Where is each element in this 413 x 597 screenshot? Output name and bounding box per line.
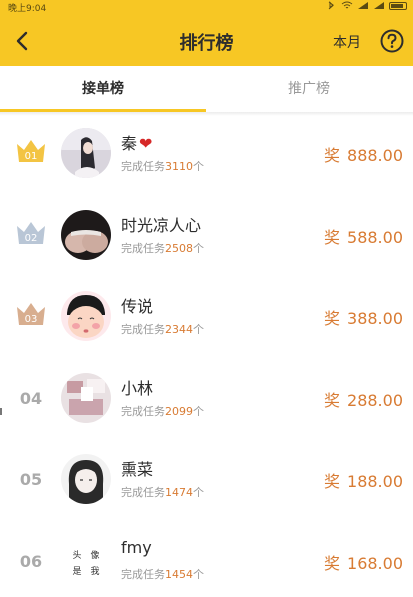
status-time: 晚上9:04 — [8, 4, 47, 14]
task-summary: 完成任务1454个 — [121, 567, 204, 581]
reward-value: 588.00 — [347, 227, 403, 247]
list-item[interactable]: 03 传说 完成任务2344个 奖 388.00 — [0, 279, 413, 361]
status-bar: 晚上9:04 — [0, 0, 413, 14]
rank-number: 04 — [19, 388, 43, 408]
avatar[interactable] — [61, 291, 111, 341]
user-name: 小林 — [121, 378, 154, 398]
task-count: 3110 — [165, 160, 193, 173]
list-item[interactable]: 06 头 像 是 我 fmy 完成任务1454个 奖 168.00 — [0, 524, 413, 597]
reward: 奖 188.00 — [324, 472, 403, 491]
list-item[interactable]: 01 秦 ❤ 完成任务3110个 奖 888.00 — [0, 116, 413, 198]
help-icon[interactable] — [379, 28, 405, 54]
crown-silver-icon: 02 — [17, 221, 45, 244]
reward-value: 168.00 — [347, 553, 403, 573]
user-name: fmy — [121, 537, 152, 557]
wifi-icon — [341, 1, 353, 9]
tab-promotion[interactable]: 推广榜 — [206, 66, 412, 112]
period-selector[interactable]: 本月 — [333, 32, 361, 52]
heart-icon: ❤ — [139, 134, 153, 153]
rank-number: 01 — [25, 151, 38, 162]
reward-value: 888.00 — [347, 146, 403, 165]
crown-gold-icon: 01 — [17, 140, 45, 162]
task-count: 2099 — [165, 404, 193, 418]
user-name: 传说 — [121, 297, 154, 316]
user-name: 时光凉人心 — [121, 215, 202, 235]
tab-bar: 接单榜 推广榜 — [0, 66, 413, 112]
avatar-placeholder-char: 我 — [90, 566, 99, 577]
reward-value: 188.00 — [347, 472, 403, 491]
reward: 奖 388.00 — [324, 309, 403, 328]
task-count: 2508 — [165, 241, 193, 255]
avatar-placeholder-char: 像 — [90, 549, 99, 561]
ranking-list: 01 秦 ❤ 完成任务3110个 奖 888.00 02 时光凉人心 完成任务250… — [0, 116, 413, 597]
signal-icon-2 — [374, 2, 384, 9]
rank-number: 03 — [25, 314, 38, 325]
reward-value: 288.00 — [347, 390, 403, 410]
avatar-placeholder-char: 头 — [72, 550, 81, 561]
tab-orders[interactable]: 接单榜 — [0, 66, 206, 112]
avatar[interactable] — [61, 128, 111, 178]
bluetooth-icon — [328, 1, 334, 10]
rank-number: 06 — [19, 551, 43, 571]
rank-number: 02 — [25, 233, 38, 244]
list-item[interactable]: 02 时光凉人心 完成任务2508个 奖 588.00 — [0, 198, 413, 280]
rank-number: 05 — [19, 470, 43, 489]
avatar[interactable] — [61, 209, 111, 260]
avatar[interactable] — [61, 454, 111, 504]
app-bar: 排行榜 本月 — [0, 14, 413, 66]
battery-icon — [389, 1, 407, 10]
reward: 奖 288.00 — [324, 390, 403, 410]
signal-icon — [358, 2, 368, 9]
list-item[interactable]: 05 熏菜 完成任务1474个 奖 188.00 — [0, 442, 413, 524]
avatar-placeholder-char: 是 — [72, 566, 81, 577]
task-summary: 完成任务1474个 — [121, 486, 204, 499]
user-name: 秦 ❤ — [121, 134, 153, 153]
avatar[interactable] — [61, 372, 111, 423]
reward: 奖 588.00 — [324, 227, 403, 247]
status-icons — [325, 1, 407, 10]
reward: 奖 168.00 — [324, 553, 403, 573]
task-summary: 完成任务2099个 — [121, 404, 204, 418]
task-summary: 完成任务2344个 — [121, 323, 204, 336]
crown-bronze-icon: 03 — [17, 303, 45, 325]
reward: 奖 888.00 — [324, 146, 403, 165]
task-summary: 完成任务3110个 — [121, 160, 204, 173]
edge-marker — [0, 408, 2, 415]
task-count: 1454 — [165, 567, 193, 581]
task-count: 1474 — [165, 486, 193, 499]
user-name: 熏菜 — [121, 460, 154, 479]
list-item[interactable]: 04 小林 完成任务2099个 奖 288.00 — [0, 361, 413, 443]
avatar[interactable]: 头 像 是 我 — [61, 535, 111, 586]
task-count: 2344 — [165, 323, 193, 336]
reward-value: 388.00 — [347, 309, 403, 328]
task-summary: 完成任务2508个 — [121, 241, 204, 255]
